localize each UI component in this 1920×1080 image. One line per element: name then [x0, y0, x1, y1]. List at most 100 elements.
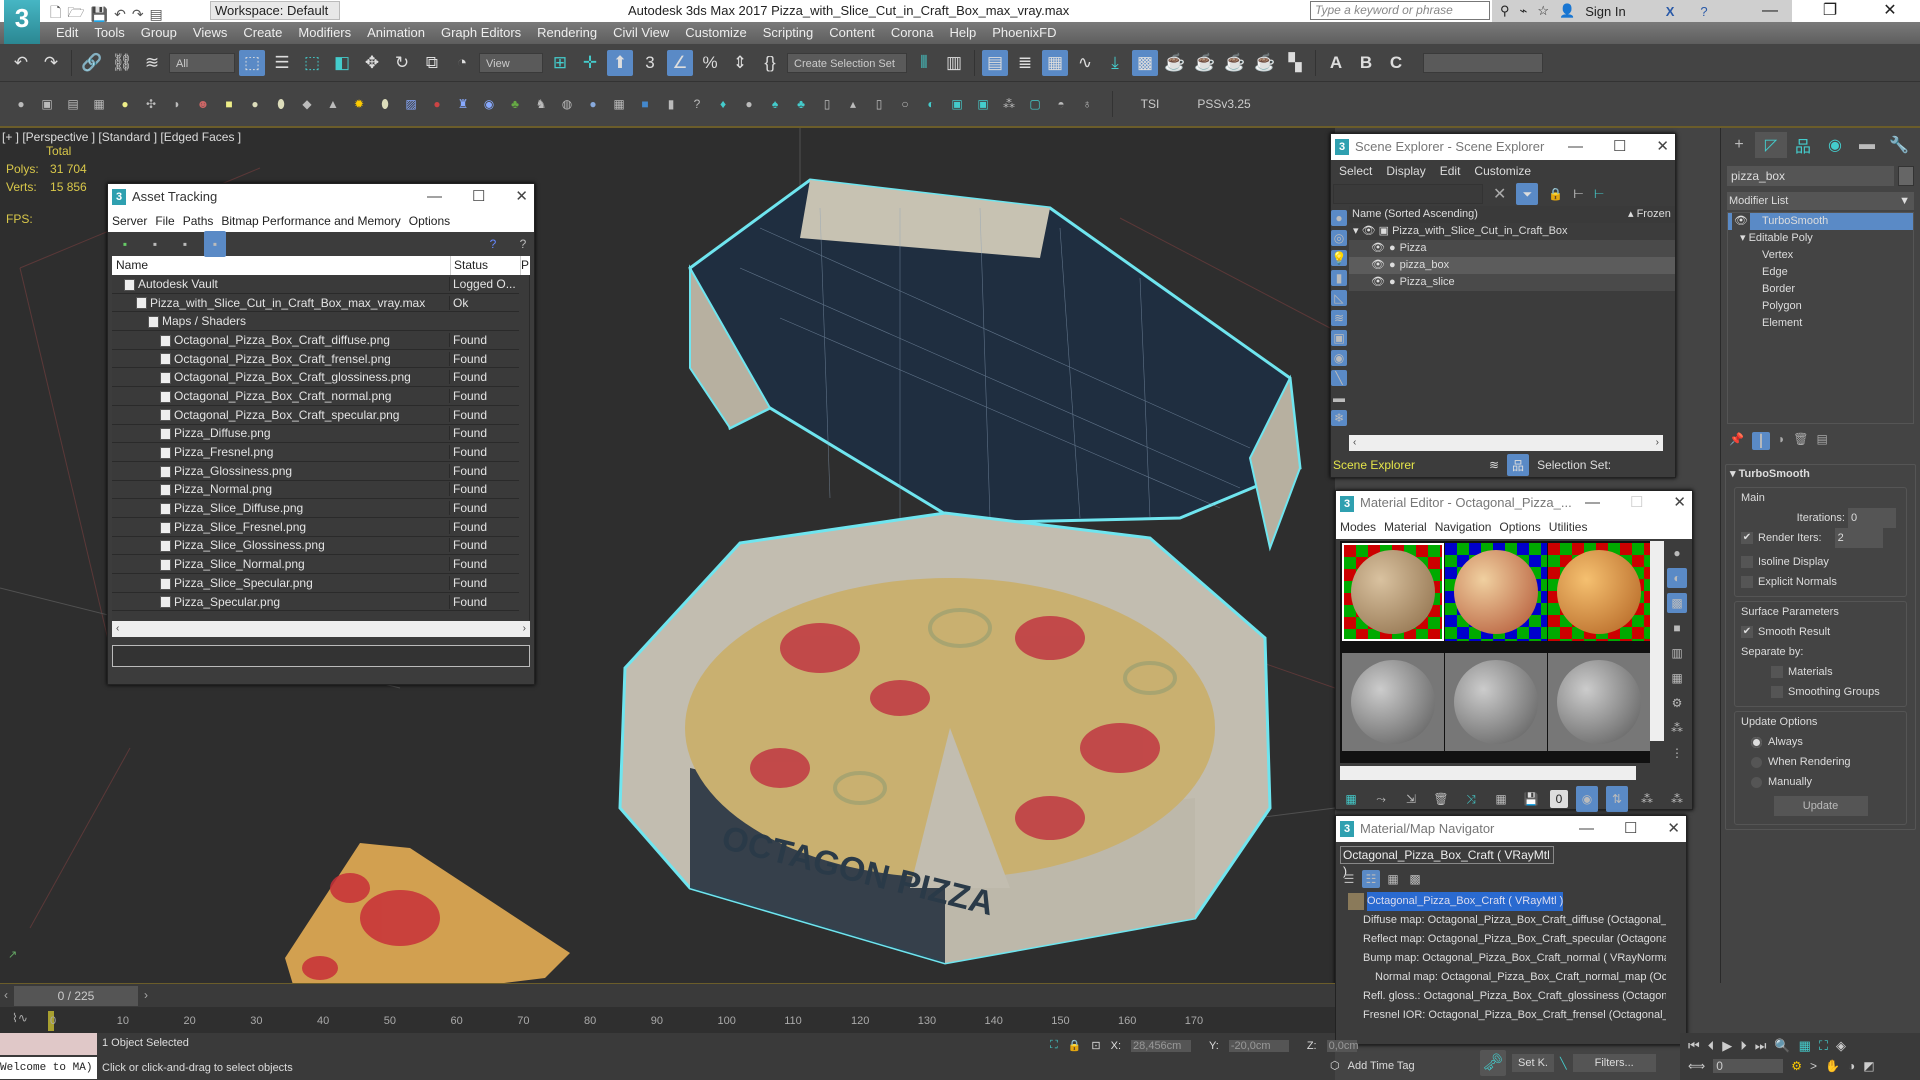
camera-icon[interactable]: ■: [634, 91, 656, 117]
render-production-icon[interactable]: ☕: [1222, 50, 1248, 76]
options-icon[interactable]: ⚙: [1667, 693, 1687, 713]
maximize-button[interactable]: ☐: [1613, 134, 1626, 160]
sound-icon[interactable]: ◗: [166, 91, 188, 117]
select-by-material-icon[interactable]: ⁂: [1667, 718, 1687, 738]
horizontal-scrollbar[interactable]: ‹ ›: [112, 621, 530, 637]
help-icon[interactable]: ?: [1700, 4, 1707, 19]
redo-icon[interactable]: ↷: [132, 6, 144, 23]
undo-icon[interactable]: ↶: [8, 50, 34, 76]
video-color-check-icon[interactable]: ▥: [1667, 643, 1687, 663]
cameras-filter-icon[interactable]: ▮: [1331, 270, 1347, 286]
make-unique-icon[interactable]: ◗: [1778, 432, 1785, 450]
asset-row[interactable]: Octagonal_Pizza_Box_Craft_glossiness.png…: [112, 368, 519, 388]
time-slider-thumb[interactable]: 0 / 225: [14, 986, 138, 1006]
light-icon[interactable]: ●: [114, 91, 136, 117]
set-key-button[interactable]: Set K.: [1512, 1054, 1554, 1072]
go-to-start-icon[interactable]: ⏮: [1688, 1038, 1700, 1054]
stack-item-editable-poly[interactable]: ▾ Editable Poly: [1728, 230, 1913, 247]
spacewarps-filter-icon[interactable]: ≋: [1331, 310, 1347, 326]
next-frame-button[interactable]: ›: [144, 988, 148, 1002]
sun-icon[interactable]: ✹: [348, 91, 370, 117]
map-tree-item[interactable]: Reflect map: Octagonal_Pizza_Box_Craft_s…: [1340, 930, 1666, 949]
render-setup-icon[interactable]: ☕: [1162, 50, 1188, 76]
material-map-navigator-icon[interactable]: ⋮: [1667, 743, 1687, 763]
assign-material-icon[interactable]: ⇲: [1400, 786, 1422, 812]
teapot-prim-icon[interactable]: ◆: [296, 91, 318, 117]
render-iters-spinner[interactable]: 2: [1834, 528, 1883, 548]
scene-explorer-toggle-icon[interactable]: ▤: [982, 49, 1008, 76]
tree-icon[interactable]: ♠: [764, 91, 786, 117]
frozen-filter-icon[interactable]: ❄: [1331, 410, 1347, 426]
layers-icon[interactable]: ▦: [608, 91, 630, 117]
go-to-parent-icon[interactable]: ⁂: [1636, 786, 1658, 812]
iterations-spinner[interactable]: 0: [1848, 508, 1896, 528]
material-id-icon[interactable]: 0: [1550, 790, 1568, 808]
redo-icon[interactable]: ↷: [38, 50, 64, 76]
percent-snap-icon[interactable]: %: [697, 50, 723, 76]
forest-icon[interactable]: ♣: [790, 91, 812, 117]
frame-icon[interactable]: ▣: [946, 91, 968, 117]
curve-editor-icon[interactable]: ⌇∿: [12, 1011, 28, 1025]
asset-row[interactable]: Pizza_Slice_Normal.png Found: [112, 555, 519, 574]
backlight-icon[interactable]: ◐: [1667, 568, 1687, 588]
sample-slot-3[interactable]: [1548, 543, 1650, 641]
isoline-display-checkbox[interactable]: [1741, 556, 1753, 569]
select-object-icon[interactable]: ⬚: [239, 49, 265, 76]
help-icon[interactable]: ?: [482, 231, 504, 257]
bones-filter-icon[interactable]: ╲: [1331, 370, 1347, 386]
horizontal-scrollbar[interactable]: ‹ ›: [1349, 435, 1663, 451]
column-path[interactable]: P: [520, 256, 530, 275]
containers-filter-icon[interactable]: ▬: [1331, 390, 1347, 406]
cylinder-prim-icon[interactable]: ⬮: [270, 91, 292, 117]
menu-phoenixfd[interactable]: PhoenixFD: [984, 22, 1064, 44]
menu-customize[interactable]: Customize: [677, 22, 754, 44]
character-icon[interactable]: ☻: [192, 91, 214, 117]
always-radio[interactable]: [1751, 736, 1762, 748]
column-name[interactable]: Name (Sorted Ascending): [1349, 206, 1625, 223]
menu-group[interactable]: Group: [133, 22, 185, 44]
menu-civil-view[interactable]: Civil View: [605, 22, 677, 44]
pin-icon[interactable]: ♦: [712, 91, 734, 117]
filters-button[interactable]: Filters...: [1572, 1054, 1656, 1072]
visibility-eye-icon[interactable]: 👁: [1371, 274, 1385, 291]
subobject-vertex[interactable]: Vertex: [1728, 247, 1913, 264]
track-bar[interactable]: ⌇∿ 0 10 20 30 40 50 60 70 80 90 100 110 120 130 140 150…: [0, 1007, 1335, 1033]
sample-slot-1[interactable]: [1342, 543, 1444, 641]
stack-item-turbosmooth[interactable]: 👁 TurboSmooth: [1728, 213, 1913, 230]
minimize-button[interactable]: —: [1585, 491, 1600, 515]
get-material-icon[interactable]: ▦: [1340, 786, 1362, 812]
visibility-eye-icon[interactable]: 👁: [1371, 240, 1385, 257]
material-editor-icon[interactable]: ▩: [1132, 49, 1158, 76]
ring-icon[interactable]: ○: [894, 91, 916, 117]
modify-tab-icon[interactable]: ◸: [1755, 132, 1787, 158]
phone-icon[interactable]: ▮: [660, 91, 682, 117]
menu-create[interactable]: Create: [235, 22, 290, 44]
schematic-view-icon[interactable]: ⤓: [1102, 50, 1128, 76]
app-logo[interactable]: 3: [4, 0, 40, 44]
x-coord-field[interactable]: 28,456cm: [1131, 1039, 1192, 1052]
subobject-element[interactable]: Element: [1728, 315, 1913, 332]
hierarchy-icon[interactable]: ⊢: [1573, 187, 1583, 201]
bind-space-warp-icon[interactable]: ≋: [139, 50, 165, 76]
view-small-icons-icon[interactable]: ▦: [1384, 870, 1402, 888]
map-tree-item[interactable]: Octagonal_Pizza_Box_Craft ( VRayMtl ): [1340, 892, 1666, 911]
search-input[interactable]: Type a keyword or phrase: [1310, 1, 1490, 20]
cone-prim-icon[interactable]: ▲: [322, 91, 344, 117]
spinner-snap-icon[interactable]: ⇕: [727, 50, 753, 76]
asset-row[interactable]: Pizza_Slice_Specular.png Found: [112, 574, 519, 593]
asset-row[interactable]: Pizza_Glossiness.png Found: [112, 462, 519, 481]
asset-row[interactable]: Pizza_with_Slice_Cut_in_Craft_Box_max_vr…: [112, 294, 519, 313]
sphere-prim-icon[interactable]: ●: [244, 91, 266, 117]
sample-slot-2[interactable]: [1445, 543, 1547, 641]
isolate-selection-icon[interactable]: ⛶: [1050, 1039, 1058, 1052]
select-manipulate-icon[interactable]: ✛: [577, 50, 603, 76]
menu-animation[interactable]: Animation: [359, 22, 433, 44]
menu-tools[interactable]: Tools: [86, 22, 132, 44]
binoculars-icon[interactable]: ⚲: [1500, 3, 1510, 19]
display-tab-icon[interactable]: ▬: [1851, 132, 1883, 158]
menu-display[interactable]: Display: [1386, 160, 1425, 182]
asset-row[interactable]: Octagonal_Pizza_Box_Craft_specular.png Fo…: [112, 406, 519, 425]
create-selection-set-dropdown[interactable]: Create Selection Set: [787, 52, 907, 73]
dot-icon[interactable]: ●: [738, 91, 760, 117]
save-icon[interactable]: 💾: [91, 6, 108, 23]
